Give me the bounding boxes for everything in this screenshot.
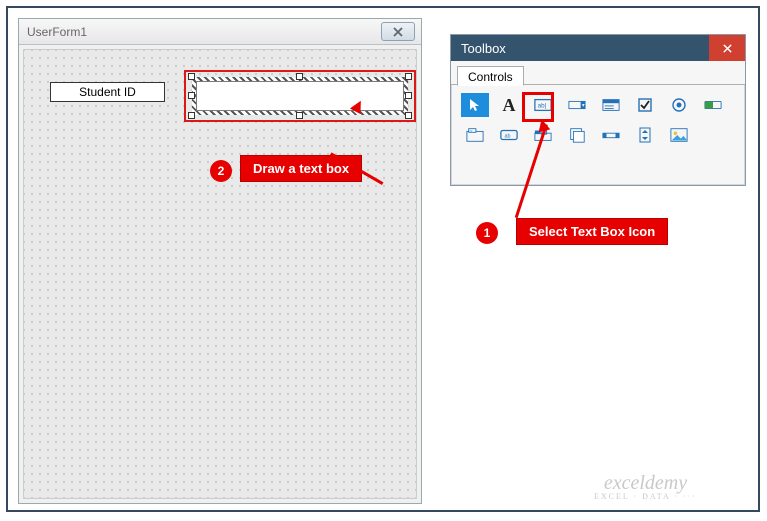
button-icon: ab — [500, 127, 518, 143]
resize-handle[interactable] — [405, 92, 412, 99]
spin-icon — [636, 127, 654, 143]
resize-handle[interactable] — [405, 112, 412, 119]
close-icon — [722, 43, 733, 54]
tool-multipage[interactable] — [563, 123, 591, 147]
step-badge-2: 2 — [210, 160, 232, 182]
watermark: exceldemy EXCEL · DATA · ··· — [594, 473, 697, 501]
tool-select-objects[interactable] — [461, 93, 489, 117]
resize-handle[interactable] — [188, 92, 195, 99]
frame-icon: xy — [466, 127, 484, 143]
checkbox-icon — [636, 97, 654, 113]
listbox-icon — [602, 97, 620, 113]
resize-handle[interactable] — [296, 112, 303, 119]
step-badge-1: 1 — [476, 222, 498, 244]
resize-handle[interactable] — [188, 112, 195, 119]
toolbox-tool-grid: A ab| xy ab — [451, 85, 745, 155]
image-icon — [670, 127, 688, 143]
tool-frame[interactable]: xy — [461, 123, 489, 147]
textbox-icon: ab| — [534, 97, 552, 113]
tool-optionbutton[interactable] — [665, 93, 693, 117]
radio-icon — [670, 97, 688, 113]
userform-canvas[interactable]: Student ID — [23, 49, 417, 499]
toolbox-titlebar[interactable]: Toolbox — [451, 35, 745, 61]
tool-combobox[interactable] — [563, 93, 591, 117]
textbox-control-selected[interactable] — [192, 77, 408, 115]
close-icon — [392, 26, 404, 38]
tool-scrollbar[interactable] — [597, 123, 625, 147]
cursor-icon — [466, 97, 484, 113]
toolbox-close-button[interactable] — [709, 35, 745, 61]
tool-textbox[interactable]: ab| — [529, 93, 557, 117]
userform-close-button[interactable] — [381, 22, 415, 41]
tool-label[interactable]: A — [495, 93, 523, 117]
textbox-input-area[interactable] — [196, 81, 404, 111]
resize-handle[interactable] — [188, 73, 195, 80]
multipage-icon — [568, 127, 586, 143]
scrollbar-icon — [602, 127, 620, 143]
userform-designer-window: UserForm1 Student ID — [18, 18, 422, 504]
tool-image[interactable] — [665, 123, 693, 147]
toolbox-window[interactable]: Toolbox Controls A ab| — [450, 34, 746, 186]
userform-titlebar[interactable]: UserForm1 — [19, 19, 421, 45]
toolbox-title: Toolbox — [461, 41, 506, 56]
tool-togglebutton[interactable] — [699, 93, 727, 117]
combobox-icon — [568, 97, 586, 113]
resize-handle[interactable] — [296, 73, 303, 80]
toolbox-tabstrip: Controls — [451, 61, 745, 85]
resize-handle[interactable] — [405, 73, 412, 80]
callout-select-textbox-icon: Select Text Box Icon — [516, 218, 668, 245]
userform-title: UserForm1 — [27, 25, 87, 39]
tool-commandbutton[interactable]: ab — [495, 123, 523, 147]
tool-spinbutton[interactable] — [631, 123, 659, 147]
svg-text:ab: ab — [505, 134, 511, 140]
toggle-icon — [704, 97, 722, 113]
tool-listbox[interactable] — [597, 93, 625, 117]
tab-controls[interactable]: Controls — [457, 66, 524, 86]
label-control-student-id[interactable]: Student ID — [50, 82, 165, 102]
svg-text:ab|: ab| — [538, 103, 547, 110]
tool-checkbox[interactable] — [631, 93, 659, 117]
